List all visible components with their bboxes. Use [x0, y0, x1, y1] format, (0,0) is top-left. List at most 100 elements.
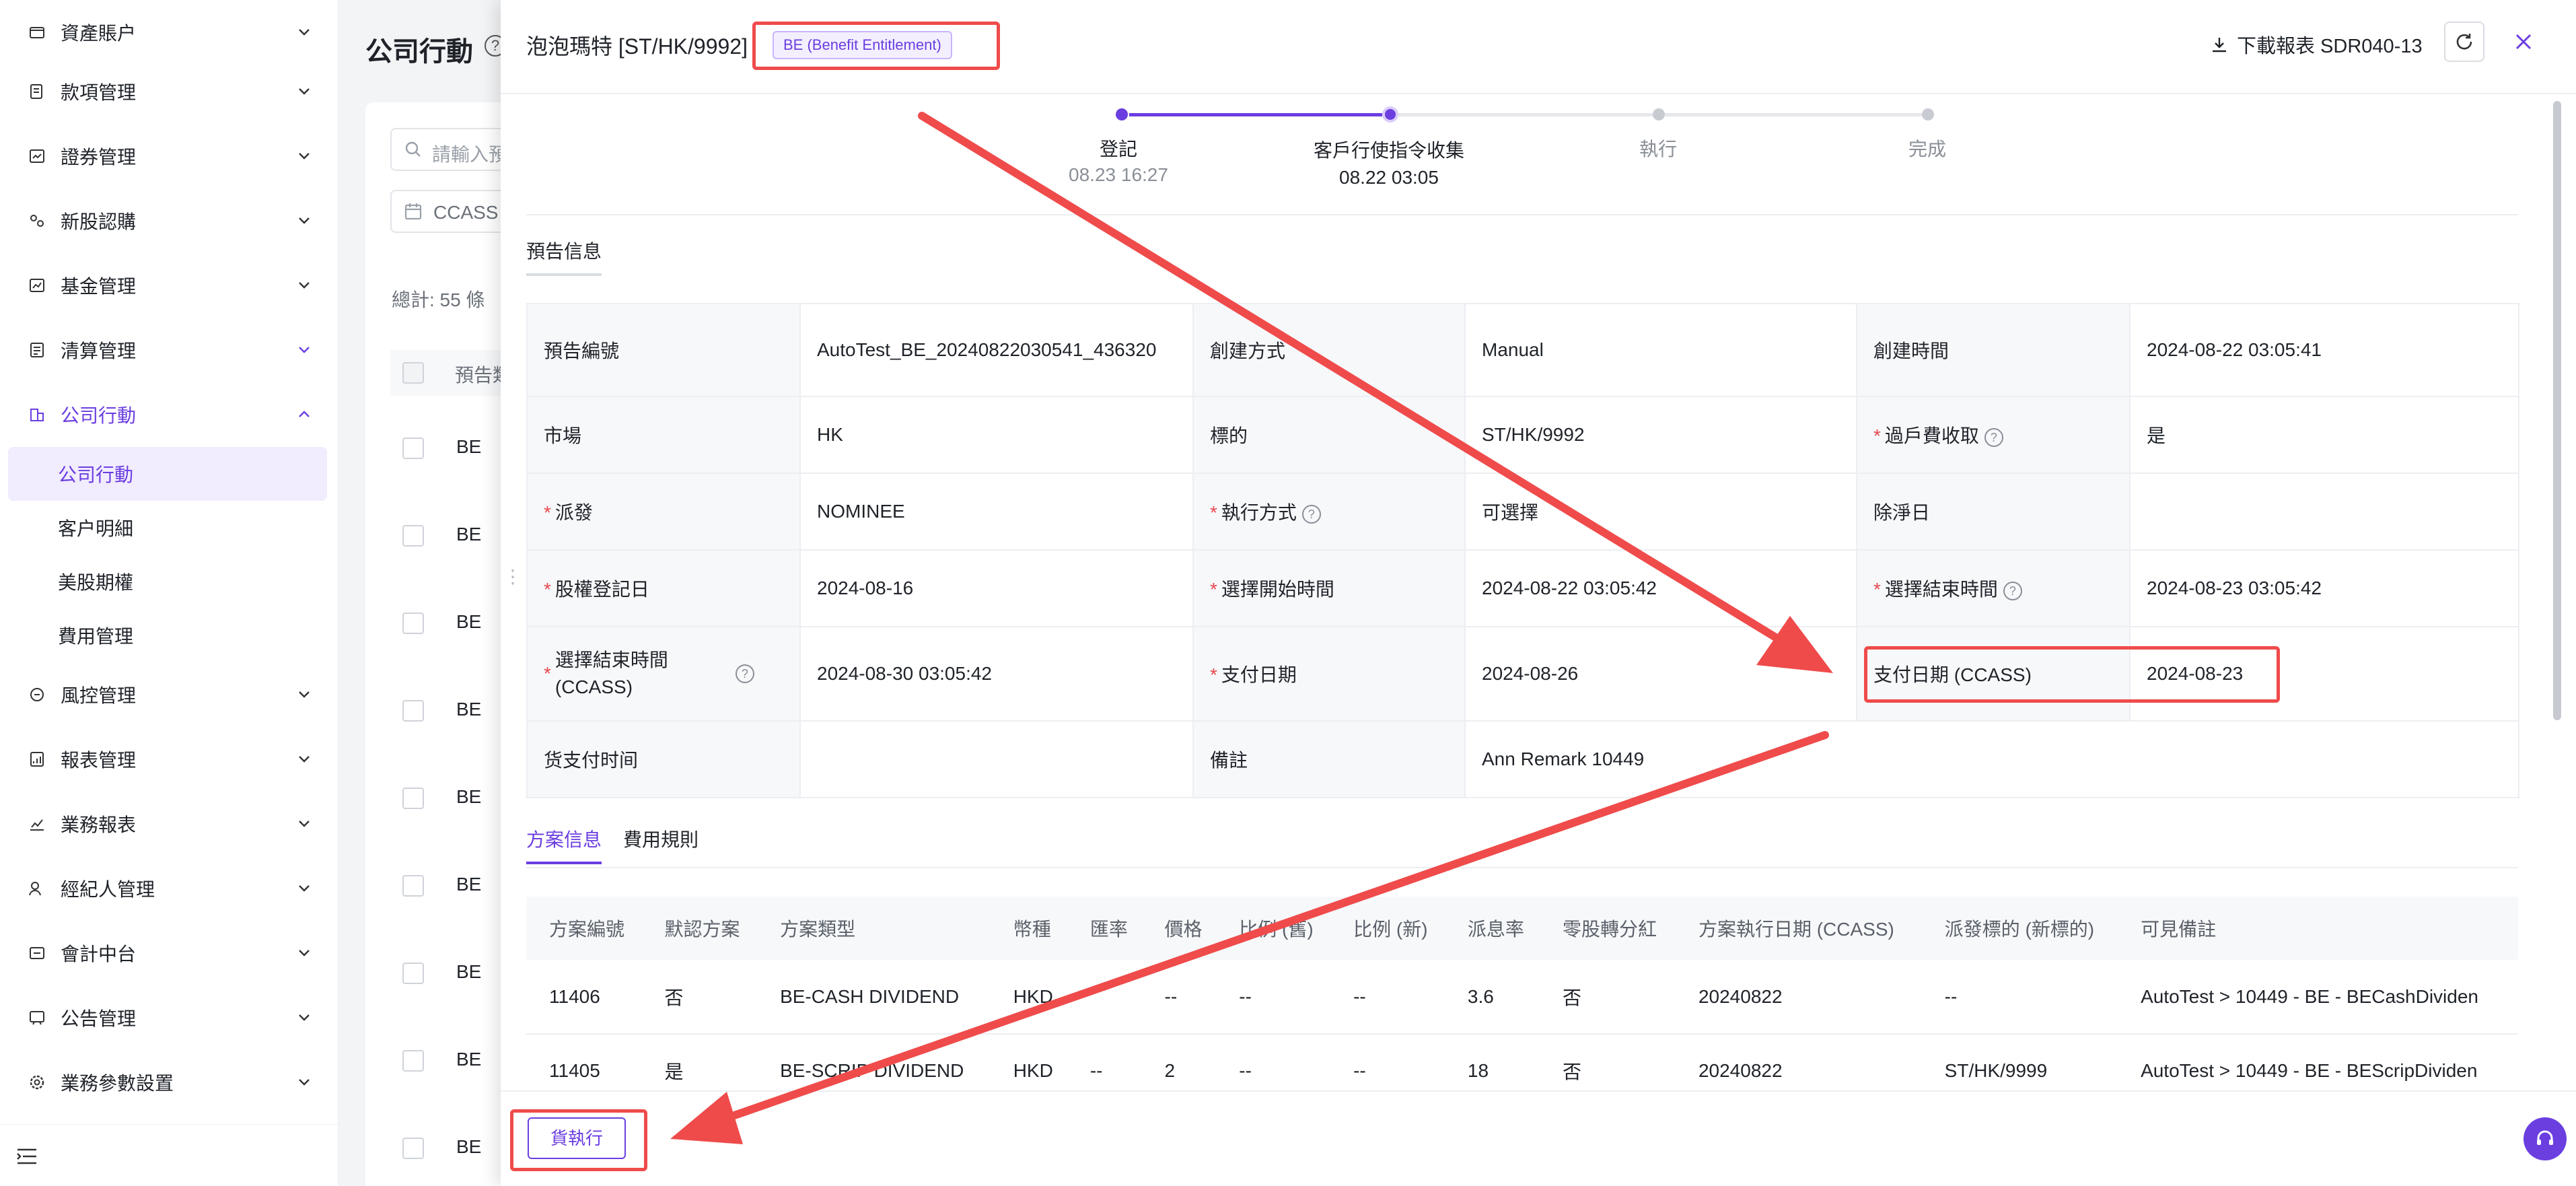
sidebar-subitem-client-details[interactable]: 客户明細 — [8, 501, 327, 555]
row-checkbox[interactable] — [402, 438, 424, 459]
field-value: 2024-08-30 03:05:42 — [799, 626, 1194, 722]
field-label: 選擇結束時間 — [1884, 579, 1998, 600]
list-total: 總計: 55 條 — [392, 289, 485, 310]
step-label: 完成 — [1908, 139, 1946, 160]
sidebar-item-assets[interactable]: 資產賬户 — [0, 0, 338, 65]
step-dot-pending — [1922, 108, 1934, 120]
support-button[interactable] — [2524, 1117, 2567, 1160]
scrollbar-thumb[interactable] — [2553, 101, 2561, 720]
help-icon[interactable]: ? — [1301, 504, 1321, 524]
sidebar-item-securities[interactable]: 證券管理 — [0, 124, 338, 188]
sidebar-subitem-us-options[interactable]: 美股期權 — [8, 555, 327, 608]
column-header: 默認方案 — [641, 897, 758, 960]
chevron-down-icon — [299, 1014, 310, 1021]
sidebar-subitem-label: 公司行動 — [58, 464, 134, 485]
row-checkbox[interactable] — [402, 963, 424, 984]
annotation-box — [510, 1109, 647, 1171]
sidebar-item-clearing[interactable]: 清算管理 — [0, 318, 338, 382]
sidebar-item-business-reports[interactable]: 業務報表 — [0, 792, 338, 856]
notice-icon — [27, 1008, 47, 1028]
table-cell: BE — [456, 524, 482, 545]
chevron-down-icon — [299, 691, 310, 698]
tab-notice-info[interactable]: 預告信息 — [526, 237, 602, 276]
sidebar-item-ipo[interactable]: 新股認購 — [0, 188, 338, 253]
column-header: 可見備註 — [2118, 897, 2518, 960]
table-cell: BE-CASH DIVIDEND — [757, 960, 991, 1035]
row-checkbox[interactable] — [402, 788, 424, 809]
field-value: ST/HK/9992 — [1464, 396, 1857, 474]
sidebar-item-label: 業務報表 — [61, 814, 137, 835]
sidebar-item-settings[interactable]: 業務參數設置 — [0, 1050, 338, 1115]
row-checkbox[interactable] — [402, 700, 424, 722]
field-label: 執行方式 — [1221, 502, 1297, 523]
tab-plan-info[interactable]: 方案信息 — [526, 825, 602, 864]
table-cell: BE — [456, 436, 482, 457]
sidebar-item-corporate-actions[interactable]: 公司行動 — [0, 382, 338, 447]
close-button[interactable] — [2510, 28, 2537, 55]
step-label: 客戶行使指令收集 — [1313, 140, 1464, 161]
row-checkbox[interactable] — [402, 525, 424, 547]
step-dot-current — [1382, 106, 1398, 123]
field-value: Ann Remark 10449 — [1464, 720, 2519, 798]
chevron-down-icon — [299, 1079, 310, 1086]
table-cell: HKD — [990, 960, 1067, 1035]
help-icon[interactable]: ? — [735, 664, 754, 683]
sidebar-item-brokers[interactable]: 經紀人管理 — [0, 856, 338, 921]
fund-icon — [27, 275, 47, 295]
sidebar-item-label: 清算管理 — [61, 341, 137, 361]
sidebar-item-notices[interactable]: 公告管理 — [0, 985, 338, 1050]
company-icon — [27, 405, 47, 425]
sidebar-subitem-fees[interactable]: 費用管理 — [8, 608, 327, 662]
menu-collapse-icon[interactable] — [15, 1144, 39, 1168]
select-all-checkbox[interactable] — [402, 362, 424, 384]
field-value: Manual — [1464, 303, 1857, 397]
chevron-down-icon — [299, 950, 310, 956]
row-checkbox[interactable] — [402, 875, 424, 897]
chart-card-icon — [27, 146, 47, 166]
step-connector — [1665, 113, 1927, 116]
table-cell: -- — [1141, 960, 1217, 1035]
field-label: 支付日期 — [1221, 664, 1297, 685]
column-header: 比例 (新) — [1330, 897, 1445, 960]
column-header: 派息率 — [1444, 897, 1540, 960]
chevron-down-icon — [299, 756, 310, 763]
field-label-wrapper: * 選擇開始時間 — [1192, 549, 1466, 627]
sidebar-item-fund-mgmt[interactable]: 基金管理 — [0, 253, 338, 318]
step-time: 08.23 16:27 — [1069, 164, 1168, 185]
sidebar-item-funds[interactable]: 款項管理 — [0, 59, 338, 124]
drawer-resize-handle[interactable]: ⋮ — [503, 567, 522, 607]
refresh-button[interactable] — [2444, 22, 2484, 62]
table-cell: BE — [456, 961, 482, 982]
row-checkbox[interactable] — [402, 613, 424, 634]
field-label: 派發 — [554, 502, 593, 523]
field-value: 2024-08-22 03:05:41 — [2129, 303, 2519, 397]
divider — [526, 214, 2518, 215]
field-value: 2024-08-23 03:05:42 — [2129, 549, 2519, 627]
sidebar-item-reports[interactable]: 報表管理 — [0, 727, 338, 792]
table-cell — [1067, 960, 1142, 1035]
row-checkbox[interactable] — [402, 1138, 424, 1159]
sidebar-item-accounting[interactable]: 會計中台 — [0, 921, 338, 985]
table-cell: BE — [456, 611, 482, 632]
table-cell: BE — [456, 699, 482, 720]
field-label: 货支付时间 — [526, 720, 801, 798]
close-icon — [2515, 34, 2532, 50]
help-icon[interactable]: ? — [1984, 427, 2003, 447]
row-checkbox[interactable] — [402, 1050, 424, 1072]
tab-fee-rules[interactable]: 費用規則 — [623, 825, 699, 862]
help-icon[interactable]: ? — [2003, 581, 2022, 600]
sidebar-item-risk[interactable]: 風控管理 — [0, 662, 338, 727]
download-report-button[interactable]: 下載報表 SDR040-13 — [2210, 31, 2423, 58]
sidebar-item-label: 報表管理 — [61, 750, 137, 771]
clearing-icon — [27, 340, 47, 360]
wallet-icon — [27, 22, 47, 42]
sidebar-item-label: 業務參數設置 — [61, 1073, 174, 1094]
table-row[interactable]: 11406 否 BE-CASH DIVIDEND HKD -- -- -- 3.6 否 20240… — [526, 960, 2518, 1035]
field-value: 2024-08-16 — [799, 549, 1194, 627]
sidebar-item-label: 會計中台 — [61, 944, 137, 965]
plan-table-body: 11406 否 BE-CASH DIVIDEND HKD -- -- -- 3.6 否 20240… — [526, 960, 2518, 1109]
sidebar-subitem-corporate-actions[interactable]: 公司行動 — [8, 447, 327, 501]
app-root: { "sidebar": { "items": [ {"label": "資產賬… — [0, 0, 2576, 1186]
column-header: 方案類型 — [757, 897, 991, 960]
report-icon — [27, 749, 47, 769]
